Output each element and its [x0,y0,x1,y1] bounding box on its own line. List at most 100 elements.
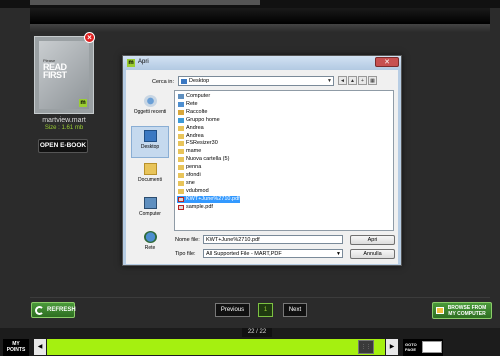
pdf-icon [178,196,184,202]
folder-icon [178,133,184,139]
file-name-text: sample.pdf [186,203,213,210]
file-type-label: Tipo file: [175,251,196,257]
documents-icon [143,163,157,175]
browse-label-line2: MY COMPUTER [448,311,486,317]
book-file-size: Size : 1.61 mb [44,125,84,131]
current-page-button[interactable]: 1 [258,303,273,317]
app-logo-icon: m [127,59,135,67]
goto-page-box: GOTO PAGE [403,339,443,356]
folder-icon [178,141,184,147]
page-counter: 22 / 22 [242,328,272,337]
book-thumbnail[interactable]: Please READ FIRST m [34,36,94,114]
my-points-button[interactable]: MY POINTS [3,339,29,356]
my-points-line2: POINTS [6,347,26,353]
goto-page-label: GOTO PAGE [405,342,419,352]
remove-book-button[interactable]: × [84,32,95,43]
footer-divider [30,297,490,298]
file-name-text: Gruppo home [186,116,220,123]
look-in-dropdown[interactable]: Desktop ▼ [178,76,334,86]
top-band [30,8,490,24]
library-icon [178,109,184,115]
brand-logo-icon: m [79,99,87,107]
file-name-text: Rete [186,100,198,107]
pdf-icon [178,204,184,210]
scroll-left-arrow-icon[interactable]: ◀ [34,339,46,355]
file-name-text: penna [186,164,202,171]
dialog-title-bar[interactable]: m Apri ✕ [123,56,401,70]
file-list-item[interactable]: Andrea [177,133,204,140]
file-name-text: Nuova cartella (5) [186,156,230,163]
book-file-name: martview.mart [42,117,86,124]
file-type-dropdown[interactable]: All Supported File - MART,PDF ▼ [203,249,343,258]
previous-button[interactable]: Previous [215,303,250,317]
folder-icon [178,173,184,178]
open-button[interactable]: Apri [350,235,395,245]
look-in-value: Desktop [189,78,210,84]
folder-icon [178,149,184,155]
dialog-close-button[interactable]: ✕ [375,57,399,67]
network-icon [143,231,157,243]
file-list-item[interactable]: Gruppo home [177,117,220,124]
progress-handle[interactable]: ⋮⋮ [358,340,374,354]
view-menu-icon[interactable]: ▦ [368,76,377,85]
file-list-item[interactable]: penna [177,164,201,171]
file-name-label: Nome file: [175,237,200,243]
desktop-icon [143,130,157,142]
back-icon[interactable]: ◄ [338,76,347,85]
homegroup-icon [178,117,184,123]
file-name-text: sfondi [186,172,201,178]
file-list-item[interactable]: Andrea [177,125,204,132]
top-glow [30,24,490,32]
place-desktop[interactable]: Desktop [131,126,169,158]
place-documents[interactable]: Documenti [131,160,169,192]
file-list-item[interactable]: mame [177,148,201,155]
computer-icon [178,94,184,99]
folder-icon [178,180,184,186]
file-list-item[interactable]: Nuova cartella (5) [177,156,229,163]
goto-page-input[interactable] [422,341,442,353]
file-name-input[interactable]: KWT+June%2710.pdf [203,235,343,244]
place-label: Rete [144,245,156,251]
place-label: Desktop [140,144,160,150]
place-computer[interactable]: Computer [131,194,169,226]
look-in-label: Cerca in: [152,79,175,85]
file-type-value: All Supported File - MART,PDF [206,251,282,257]
place-recent[interactable]: Oggetti recenti [131,92,169,124]
place-label: Oggetti recenti [133,109,167,115]
new-folder-icon[interactable]: + [358,76,367,85]
top-strip [0,0,500,8]
file-list-item[interactable]: Raccolte [177,109,207,116]
place-label: Computer [139,211,161,217]
page-progress-bar[interactable] [47,339,385,355]
top-scroll-bar [30,0,260,5]
scroll-right-arrow-icon[interactable]: ▶ [386,339,398,355]
places-bar: Oggetti recenti Desktop Documenti Comput… [130,90,172,260]
file-list-item[interactable]: FSResizer30 [177,140,218,147]
file-list-item[interactable]: Rete [177,101,198,108]
file-list[interactable]: Computer Rete Raccolte Gruppo home Andrea And… [174,90,394,231]
desktop-folder-icon [181,78,187,84]
folder-icon [178,165,184,171]
refresh-label: REFRESH [47,307,76,313]
cancel-button[interactable]: Annulla [350,249,395,259]
file-name-text: FSResizer30 [186,140,218,147]
file-list-item[interactable]: Computer [177,93,210,100]
file-name-text: vdubmod [186,187,209,194]
file-list-item[interactable]: vdubmod [177,188,209,195]
file-name-text: Raccolte [186,108,208,115]
folder-icon [178,157,184,163]
file-list-item[interactable]: sne [177,180,195,187]
chevron-down-icon: ▼ [327,78,332,84]
browse-computer-button[interactable]: BROWSE FROM MY COMPUTER [432,302,492,319]
place-label: Documenti [138,177,162,183]
file-name-text: mame [186,148,202,155]
next-button[interactable]: Next [283,303,307,317]
file-list-item[interactable]: KWT+June%2710.pdf [177,195,240,203]
file-list-item[interactable]: sample.pdf [177,204,213,211]
open-ebook-button[interactable]: OPEN E-BOOK [38,139,88,153]
up-folder-icon[interactable]: ▲ [348,76,357,85]
place-network[interactable]: Rete [131,228,169,260]
file-list-item[interactable]: sfondi [177,172,201,179]
file-name-text: Computer [186,93,211,99]
refresh-button[interactable]: REFRESH [31,302,76,318]
